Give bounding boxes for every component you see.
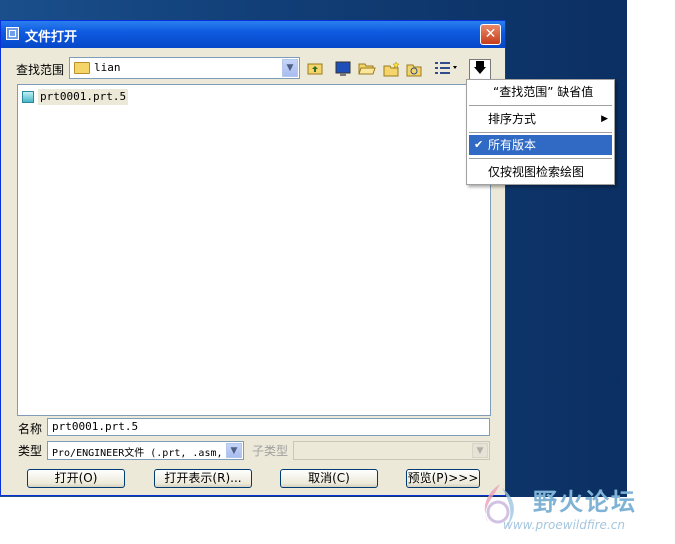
menu-separator bbox=[469, 105, 612, 106]
subtype-label: 子类型 bbox=[252, 444, 289, 458]
filename-value: prt0001.prt.5 bbox=[52, 420, 139, 433]
cancel-button[interactable]: 取消(C) bbox=[280, 469, 378, 488]
preview-button[interactable]: 预览(P)>>> bbox=[406, 469, 480, 488]
menu-item-label: 排序方式 bbox=[488, 112, 537, 126]
lookin-label: 查找范围 bbox=[16, 63, 65, 77]
open-folder-icon[interactable] bbox=[358, 61, 376, 79]
filetype-select[interactable]: Pro/ENGINEER文件 (.prt, .asm, ▼ bbox=[47, 441, 244, 460]
chevron-down-icon[interactable]: ▼ bbox=[226, 443, 242, 458]
menu-item-drawing-by-view[interactable]: 仅按视图检索绘图 bbox=[469, 161, 612, 183]
dialog-title: 文件打开 bbox=[25, 30, 78, 45]
tools-dropdown-icon[interactable] bbox=[469, 59, 491, 81]
open-button[interactable]: 打开(O) bbox=[27, 469, 125, 488]
dialog-titlebar[interactable]: 文件打开 ✕ bbox=[1, 21, 505, 48]
menu-separator bbox=[469, 132, 612, 133]
file-name: prt0001.prt.5 bbox=[38, 89, 129, 105]
window-icon bbox=[6, 27, 19, 40]
working-dir-icon[interactable] bbox=[406, 61, 424, 79]
lookin-value: lian bbox=[94, 61, 121, 74]
close-button[interactable]: ✕ bbox=[480, 24, 501, 45]
filetype-value: Pro/ENGINEER文件 (.prt, .asm, bbox=[52, 448, 223, 459]
chevron-down-icon[interactable]: ▼ bbox=[282, 59, 298, 77]
part-file-icon bbox=[22, 91, 34, 103]
watermark-text: 野火论坛 bbox=[533, 488, 637, 516]
tools-menu: “查找范围” 缺省值 排序方式 ▶ ✔ 所有版本 仅按视图检索绘图 bbox=[466, 79, 615, 185]
subtype-select: ▼ bbox=[293, 441, 490, 460]
submenu-arrow-icon: ▶ bbox=[601, 114, 608, 124]
menu-item-lookin-default[interactable]: “查找范围” 缺省值 bbox=[469, 81, 612, 103]
lookin-combo[interactable]: lian ▼ bbox=[69, 57, 300, 79]
file-open-dialog: 文件打开 ✕ 查找范围 lian ▼ prt0001.prt.5 名称 prt0… bbox=[0, 20, 506, 496]
filename-field[interactable]: prt0001.prt.5 bbox=[47, 418, 490, 436]
check-icon: ✔ bbox=[474, 138, 484, 151]
menu-separator bbox=[469, 158, 612, 159]
menu-item-label: 所有版本 bbox=[488, 138, 537, 152]
menu-item-label: “查找范围” 缺省值 bbox=[493, 85, 594, 99]
open-representation-button[interactable]: 打开表示(R)... bbox=[154, 469, 252, 488]
folder-up-icon[interactable] bbox=[306, 61, 324, 79]
view-list-icon[interactable] bbox=[434, 61, 460, 79]
menu-item-label: 仅按视图检索绘图 bbox=[488, 165, 585, 179]
folder-icon bbox=[74, 62, 90, 74]
desktop-icon[interactable] bbox=[334, 61, 352, 79]
watermark-url: www.proewildfire.cn bbox=[503, 518, 625, 532]
filename-label: 名称 bbox=[18, 422, 43, 436]
file-list[interactable]: prt0001.prt.5 bbox=[17, 84, 491, 416]
chevron-down-icon: ▼ bbox=[472, 443, 488, 458]
filetype-label: 类型 bbox=[18, 444, 43, 458]
new-folder-icon[interactable] bbox=[383, 61, 401, 79]
menu-item-all-versions[interactable]: ✔ 所有版本 bbox=[469, 135, 612, 155]
menu-item-sort[interactable]: 排序方式 ▶ bbox=[469, 108, 612, 130]
